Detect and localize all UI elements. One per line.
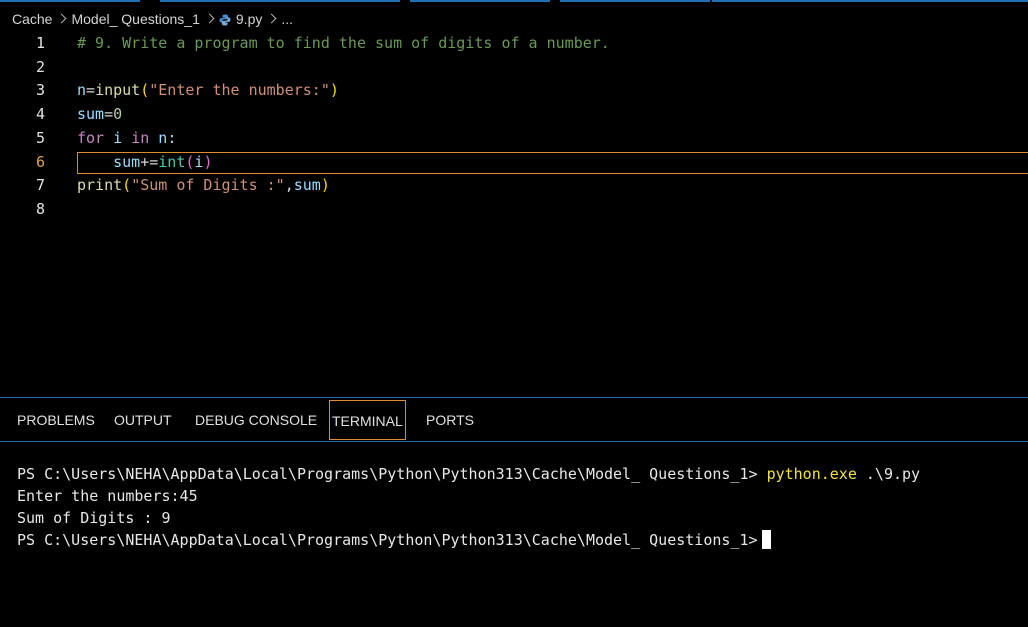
code-token: = (86, 81, 96, 100)
tab-output[interactable]: OUTPUT (114, 400, 172, 440)
code-line: 8 (0, 198, 1028, 222)
panel-tabs-divider (0, 441, 1028, 442)
line-number: 8 (35, 199, 45, 218)
code-token: 0 (113, 105, 123, 124)
tab-debug-console[interactable]: DEBUG CONSOLE (195, 400, 317, 440)
code-token: in (131, 128, 150, 147)
chevron-right-icon (266, 13, 277, 23)
code-token: ( (122, 176, 132, 195)
terminal-prompt: PS C:\Users\NEHA\AppData\Local\Programs\… (17, 465, 767, 483)
code-line: 4 sum=0 (0, 103, 1028, 127)
code-token: "Enter the numbers:" (149, 81, 330, 100)
code-token: "Sum of Digits :" (131, 176, 285, 195)
code-token: ( (140, 81, 150, 100)
terminal-line: Enter the numbers:45 (17, 487, 198, 505)
terminal-output[interactable]: PS C:\Users\NEHA\AppData\Local\Programs\… (17, 463, 920, 551)
terminal-line: PS C:\Users\NEHA\AppData\Local\Programs\… (17, 463, 920, 485)
code-token: int (158, 152, 186, 171)
terminal-command-arg: .\9.py (856, 465, 921, 483)
panel-tabs: PROBLEMS OUTPUT DEBUG CONSOLE TERMINAL P… (0, 400, 1028, 440)
line-number: 7 (35, 176, 45, 195)
code-token: = (104, 105, 114, 124)
code-editor[interactable]: 1 # 9. Write a program to find the sum o… (0, 32, 1028, 392)
breadcrumb-item-file[interactable]: 9.py (236, 11, 262, 27)
line-number: 3 (35, 81, 45, 100)
terminal-prompt: PS C:\Users\NEHA\AppData\Local\Programs\… (17, 531, 758, 549)
panel-top-border (0, 397, 1028, 398)
breadcrumb-item-cache[interactable]: Cache (12, 11, 52, 27)
code-line-current: 6 sum+=int(i) (0, 151, 1028, 175)
code-comment: # 9. Write a program to find the sum of … (77, 34, 610, 52)
chevron-right-icon (57, 13, 67, 23)
tab-terminal[interactable]: TERMINAL (329, 400, 406, 440)
code-token: ) (203, 152, 213, 171)
code-line: 3 n=input("Enter the numbers:") (0, 79, 1028, 103)
code-token: input (95, 81, 141, 100)
breadcrumb: Cache Model_ Questions_1 9.py ... (0, 6, 1028, 32)
line-number: 5 (35, 128, 45, 147)
code-token: n (158, 128, 168, 147)
code-line: 1 # 9. Write a program to find the sum o… (0, 32, 1028, 56)
code-token: sum (293, 176, 321, 195)
tab-problems[interactable]: PROBLEMS (17, 400, 95, 440)
tab-ports[interactable]: PORTS (426, 400, 474, 440)
code-token: sum (77, 105, 105, 124)
code-token: ) (329, 81, 339, 100)
line-number: 2 (35, 57, 45, 76)
code-token: += (140, 152, 159, 171)
code-token: n (77, 81, 87, 100)
terminal-line: Sum of Digits : 9 (17, 509, 171, 527)
chevron-right-icon (204, 13, 215, 23)
code-token: i (113, 128, 123, 147)
line-number: 4 (35, 105, 45, 124)
breadcrumb-item-model-questions[interactable]: Model_ Questions_1 (71, 11, 199, 27)
terminal-line: PS C:\Users\NEHA\AppData\Local\Programs\… (17, 529, 920, 551)
code-token: print (77, 176, 123, 195)
python-file-icon (219, 14, 231, 26)
code-token: ) (320, 176, 330, 195)
terminal-command: python.exe (766, 465, 857, 483)
line-number: 1 (35, 34, 45, 52)
code-token: , (284, 176, 294, 195)
breadcrumb-item-symbols[interactable]: ... (281, 11, 293, 27)
line-number-active: 6 (35, 152, 45, 171)
terminal-cursor[interactable] (761, 530, 771, 549)
code-token: sum (113, 152, 141, 171)
code-token: for (77, 128, 105, 147)
code-line: 2 (0, 56, 1028, 80)
code-line: 5 for i in n: (0, 127, 1028, 151)
code-line: 7 print("Sum of Digits :",sum) (0, 174, 1028, 198)
window-top-accent (0, 0, 1028, 3)
code-token: : (167, 128, 177, 147)
